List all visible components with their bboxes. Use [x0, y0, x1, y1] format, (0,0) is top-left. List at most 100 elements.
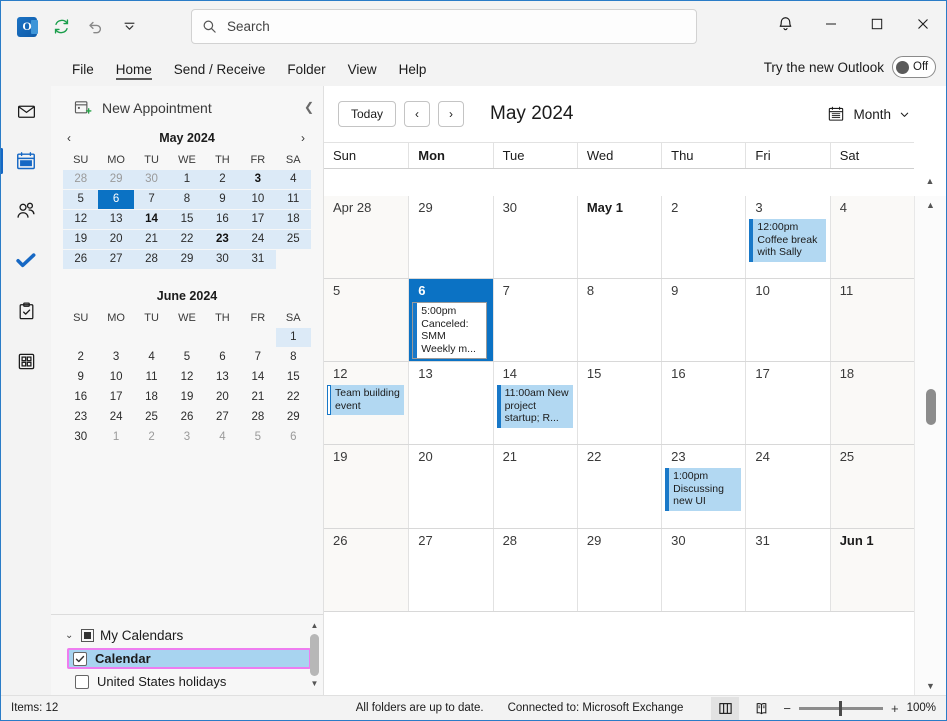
- minicalendar-day[interactable]: 21: [133, 230, 170, 249]
- minicalendar-day[interactable]: 30: [63, 428, 98, 447]
- rail-item-calendar[interactable]: [1, 144, 44, 178]
- minicalendar-day[interactable]: 13: [205, 368, 240, 387]
- minicalendar-day[interactable]: 5: [63, 190, 99, 209]
- day-cell[interactable]: 22: [576, 445, 662, 528]
- day-cell[interactable]: 2: [661, 196, 746, 279]
- minicalendar-day[interactable]: 11: [275, 190, 311, 209]
- previous-month-button[interactable]: ‹: [404, 101, 431, 127]
- tab-home[interactable]: Home: [107, 58, 161, 81]
- minicalendar-day[interactable]: 11: [134, 368, 169, 387]
- minicalendar-day[interactable]: 1: [275, 328, 311, 347]
- day-cell[interactable]: 4: [829, 196, 914, 279]
- minicalendar-day[interactable]: 18: [134, 388, 169, 407]
- search-input[interactable]: Search: [191, 9, 697, 44]
- calendar-list-item[interactable]: United States holidays: [69, 671, 311, 692]
- maximize-button[interactable]: [854, 1, 900, 46]
- scrollbar-track[interactable]: [924, 214, 938, 677]
- minicalendar-day[interactable]: 21: [240, 388, 275, 407]
- day-cell[interactable]: 20: [408, 445, 493, 528]
- day-cell[interactable]: 23 1:00pm Discussing new UI: [661, 445, 746, 528]
- minicalendar-day[interactable]: 1: [169, 170, 205, 189]
- day-cell[interactable]: 27: [408, 528, 493, 611]
- notifications-button[interactable]: [762, 1, 808, 46]
- day-cell[interactable]: 16: [661, 362, 746, 445]
- tab-folder[interactable]: Folder: [278, 58, 334, 81]
- minicalendar-day[interactable]: 18: [275, 210, 311, 229]
- minicalendar-day[interactable]: 4: [134, 348, 169, 367]
- day-cell[interactable]: 7: [492, 279, 577, 362]
- rail-item-more-apps[interactable]: [8, 344, 44, 378]
- day-cell[interactable]: 6 5:00pm Canceled: SMM Weekly m...: [408, 279, 493, 362]
- zoom-slider-handle[interactable]: [838, 700, 842, 716]
- calendar-event[interactable]: 1:00pm Discussing new UI: [665, 468, 742, 511]
- calendar-event[interactable]: 5:00pm Canceled: SMM Weekly m...: [412, 302, 487, 360]
- day-cell[interactable]: 30: [492, 196, 577, 279]
- minicalendar-day[interactable]: 7: [133, 190, 170, 209]
- minimize-button[interactable]: [808, 1, 854, 46]
- tab-send-receive[interactable]: Send / Receive: [165, 58, 275, 81]
- minicalendar-day[interactable]: 30: [204, 250, 241, 269]
- minicalendar-day[interactable]: 17: [98, 388, 133, 407]
- calendar-group-my-calendars[interactable]: ⌄ My Calendars: [51, 625, 323, 646]
- close-button[interactable]: [900, 1, 946, 46]
- minicalendar-day[interactable]: 5: [240, 428, 275, 447]
- minicalendar-day[interactable]: 23: [63, 408, 98, 427]
- minicalendar-day[interactable]: 6: [276, 428, 311, 447]
- today-button[interactable]: Today: [338, 101, 397, 127]
- calendar-event[interactable]: 12:00pm Coffee break with Sally: [749, 219, 826, 262]
- day-cell[interactable]: 17: [745, 362, 830, 445]
- scrollbar-thumb[interactable]: [925, 389, 936, 425]
- minicalendar-day[interactable]: 24: [98, 408, 133, 427]
- minicalendar-day[interactable]: 2: [134, 428, 169, 447]
- minicalendar-day[interactable]: 3: [240, 170, 276, 189]
- minicalendar-day[interactable]: 5: [169, 348, 204, 367]
- zoom-out-button[interactable]: −: [783, 701, 791, 716]
- minicalendar-day[interactable]: 26: [63, 250, 99, 269]
- day-cell[interactable]: 15: [576, 362, 662, 445]
- day-cell[interactable]: 25: [829, 445, 914, 528]
- collapse-pane-icon[interactable]: ❮: [304, 100, 314, 114]
- minicalendar-day[interactable]: 15: [276, 368, 311, 387]
- day-cell[interactable]: 30: [661, 528, 746, 611]
- day-cell[interactable]: 12 Team building event: [324, 362, 409, 445]
- day-cell[interactable]: 8: [576, 279, 662, 362]
- zoom-slider[interactable]: [798, 700, 883, 716]
- minicalendar-day[interactable]: 23: [204, 230, 241, 249]
- minicalendar-day[interactable]: 29: [169, 250, 205, 269]
- minicalendar-day[interactable]: 19: [63, 230, 99, 249]
- scrollbar-thumb[interactable]: [310, 634, 319, 676]
- minicalendar-day[interactable]: 2: [63, 348, 98, 367]
- scroll-up-button[interactable]: ▲: [923, 168, 937, 194]
- scroll-up-icon-top[interactable]: ▲: [926, 196, 935, 214]
- day-cell[interactable]: May 1: [576, 196, 662, 279]
- next-month-button[interactable]: ›: [438, 101, 465, 127]
- minicalendar-day[interactable]: 3: [169, 428, 204, 447]
- minicalendar-day[interactable]: 28: [63, 170, 99, 189]
- calendar-list-scrollbar[interactable]: ▲ ▼: [308, 621, 321, 689]
- minicalendar-day[interactable]: 12: [63, 210, 99, 229]
- day-cell[interactable]: Apr 28: [324, 196, 409, 279]
- minicalendar-day[interactable]: 16: [204, 210, 241, 229]
- calendar-checkbox[interactable]: [75, 674, 89, 689]
- minicalendar-day[interactable]: 28: [240, 408, 275, 427]
- minicalendar-day[interactable]: 22: [276, 388, 311, 407]
- normal-view-button[interactable]: [711, 696, 740, 720]
- minicalendar-next-icon[interactable]: ›: [297, 131, 309, 145]
- minicalendar-day[interactable]: 1: [98, 428, 133, 447]
- minicalendar-day[interactable]: 14: [240, 368, 275, 387]
- minicalendar-prev-icon[interactable]: ‹: [63, 131, 75, 145]
- view-selector[interactable]: Month: [821, 102, 916, 126]
- minicalendar-day[interactable]: 3: [98, 348, 133, 367]
- minicalendar-day[interactable]: 8: [276, 348, 311, 367]
- minicalendar-day[interactable]: 4: [205, 428, 240, 447]
- minicalendar-day[interactable]: 8: [169, 190, 205, 209]
- minicalendar-day[interactable]: 25: [275, 230, 311, 249]
- day-cell[interactable]: 13: [408, 362, 493, 445]
- minicalendar-day[interactable]: 12: [169, 368, 204, 387]
- minicalendar-day[interactable]: 14: [133, 210, 170, 229]
- minicalendar-day[interactable]: 6: [205, 348, 240, 367]
- minicalendar-day[interactable]: 25: [134, 408, 169, 427]
- minicalendar-day[interactable]: 20: [205, 388, 240, 407]
- day-cell[interactable]: 11: [829, 279, 914, 362]
- calendar-list-item[interactable]: Calendar: [67, 648, 311, 669]
